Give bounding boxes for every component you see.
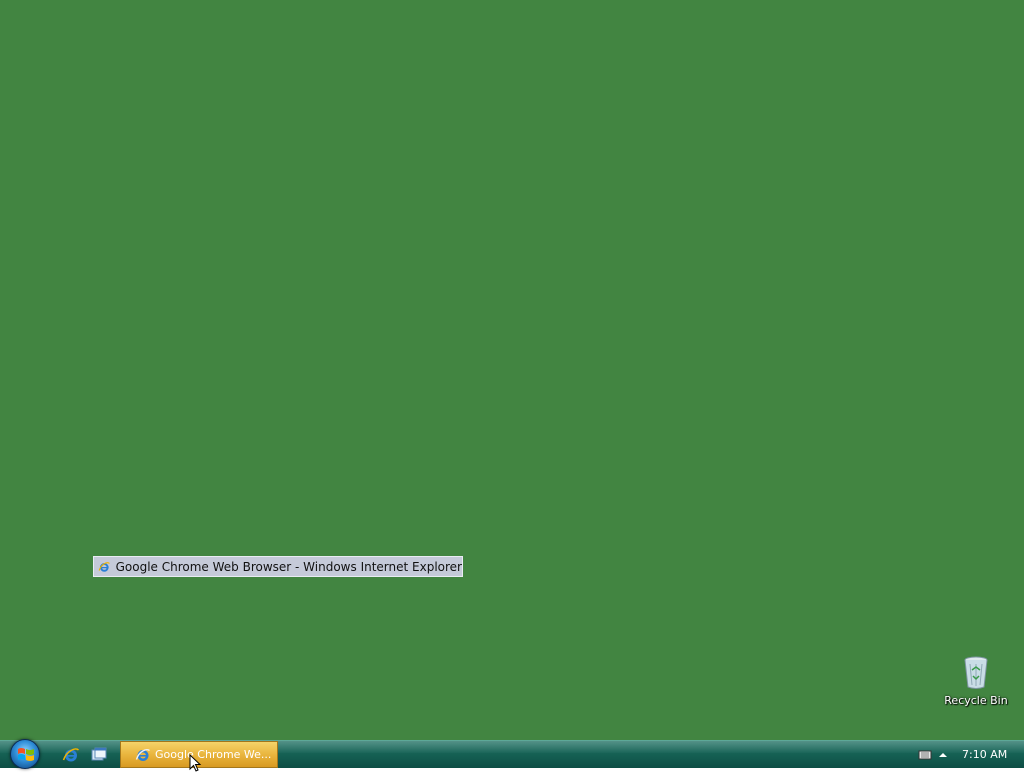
quick-launch-internet-explorer-icon[interactable] — [62, 746, 80, 764]
recycle-bin-icon — [964, 656, 988, 689]
windows-logo-icon — [18, 748, 34, 761]
taskbar: Google Chrome We... 7:10 AM — [0, 739, 1024, 769]
desktop: Google Chrome Web Browser - Windows Inte… — [0, 0, 1024, 740]
taskbar-button-label: Google Chrome We... — [155, 748, 272, 761]
network-icon[interactable] — [918, 748, 932, 762]
mouse-cursor-icon — [189, 754, 202, 772]
start-button[interactable] — [10, 739, 40, 769]
tooltip-window-title: Google Chrome Web Browser - Windows Inte… — [115, 559, 462, 574]
window-drag-tooltip: Google Chrome Web Browser - Windows Inte… — [93, 556, 463, 577]
taskbar-clock[interactable]: 7:10 AM — [962, 748, 1007, 761]
quick-launch-switch-windows-icon[interactable] — [90, 746, 108, 764]
internet-explorer-icon — [98, 561, 110, 572]
show-hidden-icons-chevron[interactable] — [938, 750, 948, 760]
recycle-bin[interactable]: Recycle Bin — [940, 656, 1012, 707]
recycle-bin-label: Recycle Bin — [944, 694, 1008, 707]
internet-explorer-icon — [135, 748, 150, 761]
system-tray: 7:10 AM — [912, 741, 1024, 768]
